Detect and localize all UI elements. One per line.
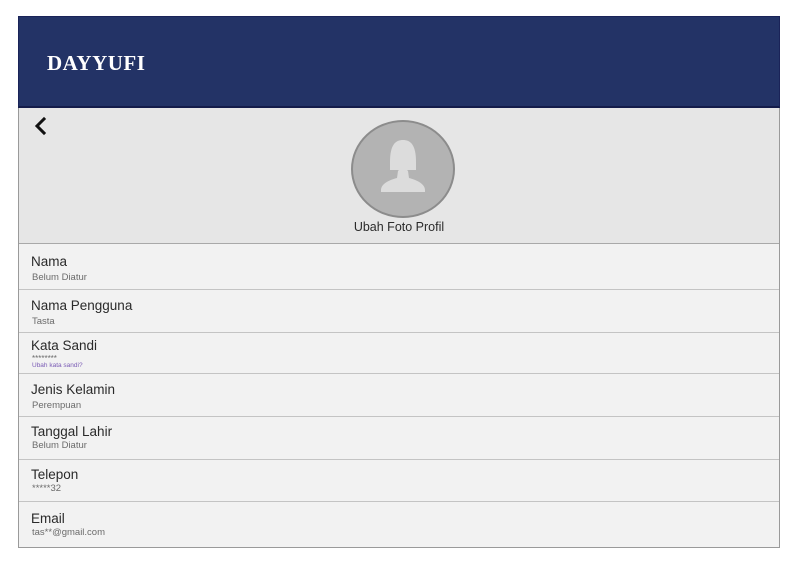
avatar[interactable] bbox=[351, 120, 455, 218]
user-silhouette-icon bbox=[381, 140, 425, 192]
profile-app: DAYYUFI Ubah Foto Profil Nama Belum Diat… bbox=[18, 16, 780, 548]
field-row-username[interactable]: Nama Pengguna Tasta bbox=[19, 290, 779, 333]
profile-fields-list: Nama Belum Diatur Nama Pengguna Tasta Ka… bbox=[19, 244, 779, 547]
change-photo-button[interactable]: Ubah Foto Profil bbox=[19, 220, 779, 234]
field-value: Perempuan bbox=[32, 400, 82, 411]
field-label: Nama bbox=[31, 254, 68, 269]
field-row-birthdate[interactable]: Tanggal Lahir Belum Diatur bbox=[19, 417, 779, 460]
field-label: Kata Sandi bbox=[31, 338, 98, 353]
profile-photo-section: Ubah Foto Profil bbox=[19, 108, 779, 244]
back-button[interactable] bbox=[33, 116, 49, 136]
field-value: tas**@gmail.com bbox=[32, 527, 105, 538]
field-row-name[interactable]: Nama Belum Diatur bbox=[19, 244, 779, 290]
field-value: Belum Diatur bbox=[32, 440, 87, 451]
field-row-password[interactable]: Kata Sandi ******** Ubah kata sandi? bbox=[19, 333, 779, 374]
field-label: Telepon bbox=[31, 467, 79, 482]
field-row-email[interactable]: Email tas**@gmail.com bbox=[19, 502, 779, 547]
field-label: Nama Pengguna bbox=[31, 298, 133, 313]
chevron-left-icon bbox=[34, 116, 47, 136]
brand-title: DAYYUFI bbox=[47, 51, 146, 75]
field-label: Jenis Kelamin bbox=[31, 382, 116, 397]
change-password-link[interactable]: Ubah kata sandi? bbox=[32, 362, 83, 369]
field-value: Tasta bbox=[32, 316, 55, 327]
app-header: DAYYUFI bbox=[18, 16, 780, 108]
field-label: Email bbox=[31, 511, 65, 526]
field-value: *****32 bbox=[32, 483, 62, 494]
field-row-gender[interactable]: Jenis Kelamin Perempuan bbox=[19, 374, 779, 417]
field-row-phone[interactable]: Telepon *****32 bbox=[19, 460, 779, 502]
field-value: Belum Diatur bbox=[32, 272, 87, 283]
field-label: Tanggal Lahir bbox=[31, 424, 113, 439]
